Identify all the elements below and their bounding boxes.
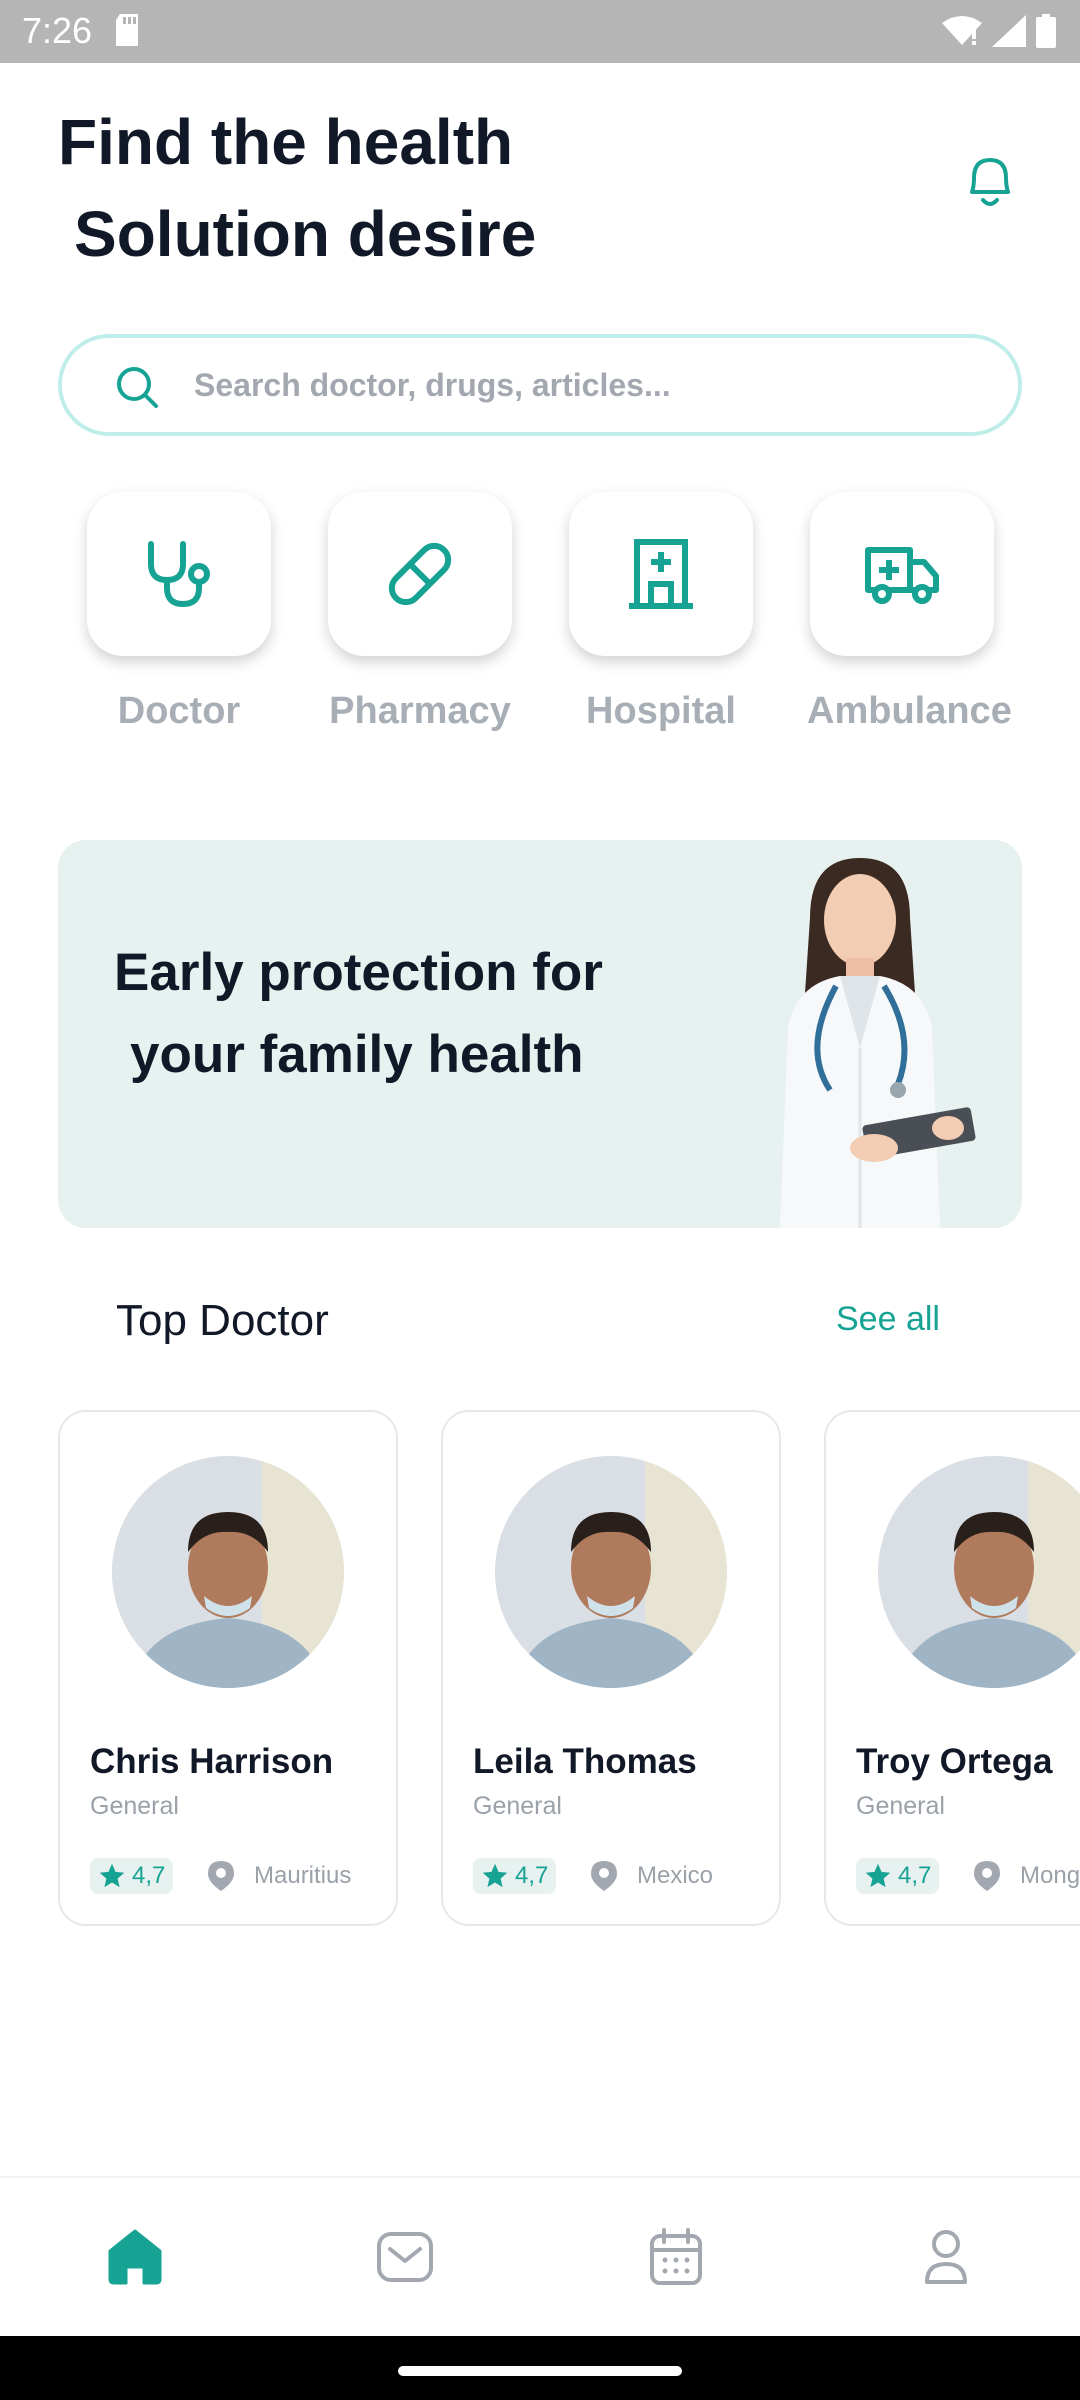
doctor-location: Mongolia xyxy=(974,1858,1080,1894)
doctor-card[interactable]: Troy Ortega General 4,7 Mongolia xyxy=(824,1410,1080,1926)
calendar-icon xyxy=(650,2228,702,2285)
promo-banner[interactable]: Early protection for your family health xyxy=(58,840,1022,1228)
rating-value: 4,7 xyxy=(515,1862,549,1889)
banner-line-1: Early protection for xyxy=(114,943,603,1002)
search-input[interactable] xyxy=(194,338,974,432)
home-gesture-handle[interactable] xyxy=(398,2366,682,2376)
female-doctor-image xyxy=(780,858,976,1228)
location-pin-icon xyxy=(591,1861,617,1891)
nav-messages[interactable] xyxy=(370,2222,440,2292)
wifi-icon xyxy=(942,16,982,45)
location-pin-icon xyxy=(208,1861,234,1891)
doctor-location: Mauritius xyxy=(208,1858,351,1894)
category-label: Doctor xyxy=(117,690,241,732)
location-text: Mauritius xyxy=(254,1862,352,1889)
ambulance-icon xyxy=(865,547,939,604)
location-text: Mongolia xyxy=(1020,1862,1080,1889)
hospital-icon xyxy=(629,539,693,609)
profile-icon xyxy=(925,2230,967,2284)
battery-icon xyxy=(1036,14,1056,48)
home-icon xyxy=(108,2229,162,2285)
location-text: Mexico xyxy=(637,1862,714,1889)
doctor-name: Chris Harrison xyxy=(90,1742,334,1781)
rating-value: 4,7 xyxy=(132,1862,166,1889)
status-bar: 7:26 xyxy=(0,0,1080,63)
section-title-top-doctor: Top Doctor xyxy=(116,1296,329,1345)
category-doctor[interactable]: Doctor xyxy=(84,492,274,733)
doctor-name: Troy Ortega xyxy=(856,1742,1053,1781)
category-label: Hospital xyxy=(586,690,736,732)
nav-profile[interactable] xyxy=(911,2222,981,2292)
message-icon xyxy=(377,2232,433,2282)
doctor-specialty: General xyxy=(90,1792,179,1820)
headline-line-1: Find the health xyxy=(58,106,514,178)
status-icons xyxy=(942,14,1056,48)
doctor-card[interactable]: Leila Thomas General 4,7 Mexico xyxy=(441,1410,781,1926)
stethoscope-icon xyxy=(148,541,210,608)
search-bar[interactable] xyxy=(58,334,1022,436)
bottom-navigation xyxy=(0,2176,1080,2336)
pill-icon xyxy=(388,542,452,606)
doctor-avatar xyxy=(878,1456,1080,1688)
doctor-name: Leila Thomas xyxy=(473,1742,697,1781)
doctor-specialty: General xyxy=(473,1792,562,1820)
nav-calendar[interactable] xyxy=(641,2222,711,2292)
nav-home[interactable] xyxy=(100,2222,170,2292)
doctor-specialty: General xyxy=(856,1792,945,1820)
notification-bell-icon[interactable] xyxy=(962,152,1018,212)
page-title: Find the health Solution desire xyxy=(58,96,536,280)
star-icon xyxy=(482,1863,508,1888)
category-hospital[interactable]: Hospital xyxy=(566,492,756,733)
rating-badge: 4,7 xyxy=(473,1858,557,1894)
category-ambulance-tile[interactable] xyxy=(810,492,994,656)
location-pin-icon xyxy=(974,1861,1000,1891)
category-pharmacy-tile[interactable] xyxy=(328,492,512,656)
system-navigation-bar xyxy=(0,2336,1080,2400)
signal-icon xyxy=(992,15,1026,47)
doctor-location: Mexico xyxy=(591,1858,713,1894)
category-ambulance[interactable]: Ambulance xyxy=(807,492,1012,733)
category-label: Pharmacy xyxy=(329,690,511,732)
rating-badge: 4,7 xyxy=(856,1858,940,1894)
doctor-avatar xyxy=(495,1456,727,1688)
see-all-link[interactable]: See all xyxy=(836,1300,940,1339)
star-icon xyxy=(865,1863,891,1888)
search-icon xyxy=(117,367,158,408)
star-icon xyxy=(99,1863,125,1888)
headline-line-2: Solution desire xyxy=(74,198,537,270)
sd-card-icon xyxy=(116,14,138,46)
status-time: 7:26 xyxy=(22,10,93,51)
category-hospital-tile[interactable] xyxy=(569,492,753,656)
rating-value: 4,7 xyxy=(898,1862,932,1889)
category-doctor-tile[interactable] xyxy=(87,492,271,656)
category-label: Ambulance xyxy=(807,690,1012,732)
banner-text: Early protection for your family health xyxy=(114,932,603,1096)
doctor-card[interactable]: Chris Harrison General 4,7 Mauritius xyxy=(58,1410,398,1926)
rating-badge: 4,7 xyxy=(90,1858,174,1894)
banner-line-2: your family health xyxy=(130,1025,584,1084)
category-pharmacy[interactable]: Pharmacy xyxy=(325,492,515,733)
doctor-avatar xyxy=(112,1456,344,1688)
